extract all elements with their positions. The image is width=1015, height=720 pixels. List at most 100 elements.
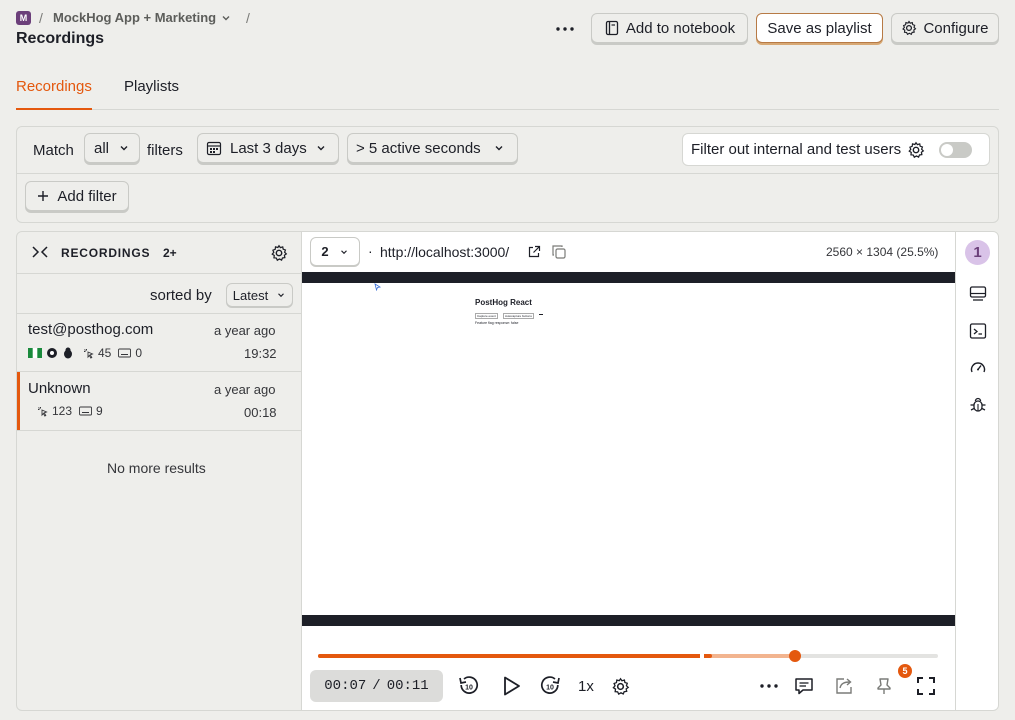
breadcrumb-org[interactable]: MockHog App + Marketing bbox=[53, 10, 232, 25]
divider bbox=[17, 273, 302, 274]
match-label: Match bbox=[33, 142, 74, 159]
time-current: 00:07 bbox=[324, 678, 367, 694]
recording-meta: 123 9 bbox=[37, 404, 103, 418]
keypress-count: 0 bbox=[135, 346, 143, 360]
tab-playlists[interactable]: Playlists bbox=[124, 78, 179, 95]
comment-icon[interactable] bbox=[794, 676, 814, 696]
preview-button: Autocapture buttons bbox=[503, 313, 534, 319]
list-settings-button[interactable] bbox=[270, 244, 288, 262]
tabs-bar: Recordings Playlists bbox=[16, 70, 999, 110]
seekbar-handle[interactable] bbox=[789, 650, 802, 662]
match-select[interactable]: all bbox=[84, 133, 140, 163]
divider bbox=[17, 173, 998, 174]
time-display: 00:07 / 00:11 bbox=[310, 670, 443, 702]
more-icon[interactable] bbox=[759, 683, 779, 689]
no-more-results: No more results bbox=[107, 460, 206, 476]
page-url[interactable]: http://localhost:3000/ bbox=[380, 244, 509, 260]
more-actions-button[interactable] bbox=[553, 17, 577, 41]
chevron-down-icon bbox=[118, 142, 130, 154]
gear-icon bbox=[901, 20, 917, 36]
internal-users-label: Filter out internal and test users bbox=[691, 141, 902, 158]
play-icon[interactable] bbox=[500, 675, 522, 697]
more-icon bbox=[556, 27, 574, 31]
time-separator: / bbox=[372, 678, 381, 694]
cursor-click-icon bbox=[37, 406, 48, 417]
add-filter-label: Add filter bbox=[57, 187, 117, 205]
recording-time-ago: a year ago bbox=[214, 382, 276, 397]
gear-icon bbox=[271, 244, 288, 262]
copy-icon[interactable] bbox=[551, 244, 567, 260]
breadcrumb-separator: / bbox=[39, 10, 43, 26]
cursor-icon bbox=[374, 283, 382, 291]
seekbar[interactable] bbox=[318, 650, 938, 662]
person-badge[interactable]: 1 bbox=[965, 240, 990, 265]
list-item[interactable]: test@posthog.com a year ago 45 0 19:32 bbox=[17, 314, 302, 371]
date-range-select[interactable]: Last 3 days bbox=[197, 133, 339, 163]
collapse-list-button[interactable] bbox=[31, 245, 49, 259]
date-range-value: Last 3 days bbox=[230, 139, 307, 157]
recording-duration: 19:32 bbox=[244, 346, 277, 361]
sorted-by-label: sorted by bbox=[150, 287, 212, 304]
sort-select[interactable]: Latest bbox=[226, 283, 293, 307]
preview-mark bbox=[539, 314, 543, 315]
list-count: 2+ bbox=[163, 246, 177, 260]
recording-duration: 00:18 bbox=[244, 405, 277, 420]
duration-filter-select[interactable]: > 5 active seconds bbox=[347, 133, 518, 163]
fullscreen-icon[interactable] bbox=[916, 676, 936, 696]
recordings-main-panel: RECORDINGS 2+ sorted by Latest test@post… bbox=[16, 231, 999, 711]
divider bbox=[17, 430, 302, 431]
chevron-down-icon bbox=[493, 142, 505, 154]
chrome-icon bbox=[46, 347, 58, 359]
internal-users-toggle[interactable] bbox=[939, 141, 973, 158]
external-link-icon[interactable] bbox=[527, 245, 541, 259]
separator-dot: · bbox=[368, 243, 373, 259]
keypress-count: 9 bbox=[96, 404, 103, 418]
notifications-count-badge: 5 bbox=[898, 664, 912, 678]
save-as-playlist-label: Save as playlist bbox=[767, 19, 872, 37]
recording-meta: 45 0 bbox=[28, 346, 142, 360]
svg-text:10: 10 bbox=[465, 685, 473, 692]
sort-value: Latest bbox=[232, 287, 269, 303]
list-item[interactable]: Unknown a year ago 123 9 00:18 bbox=[17, 372, 302, 430]
calendar-icon bbox=[206, 140, 222, 156]
terminal-icon[interactable] bbox=[969, 322, 987, 340]
save-as-playlist-button[interactable]: Save as playlist bbox=[756, 13, 883, 43]
share-icon[interactable] bbox=[834, 676, 854, 696]
pin-icon[interactable] bbox=[874, 676, 894, 696]
seekbar-segment-gap bbox=[700, 654, 704, 658]
plus-icon bbox=[37, 190, 49, 202]
chevron-down-icon bbox=[220, 12, 232, 24]
window-select[interactable]: 2 bbox=[310, 237, 360, 266]
add-filter-button[interactable]: Add filter bbox=[25, 181, 129, 211]
internal-users-filter: Filter out internal and test users bbox=[682, 133, 990, 166]
gear-icon[interactable] bbox=[611, 677, 630, 696]
org-avatar[interactable]: M bbox=[16, 11, 31, 25]
filter-panel: Match all filters Last 3 days > 5 active… bbox=[16, 126, 999, 223]
recording-title: Unknown bbox=[28, 380, 91, 397]
skip-forward-icon[interactable]: 10 bbox=[539, 675, 561, 697]
speedometer-icon[interactable] bbox=[969, 359, 987, 377]
preview-button: Capture event bbox=[475, 313, 498, 319]
collapse-arrows-icon bbox=[32, 246, 48, 258]
window-number: 2 bbox=[321, 244, 329, 259]
session-viewport[interactable]: PostHog React Capture event Autocapture … bbox=[302, 283, 955, 615]
cursor-click-icon bbox=[83, 348, 94, 359]
gear-icon[interactable] bbox=[907, 141, 925, 159]
add-to-notebook-button[interactable]: Add to notebook bbox=[591, 13, 748, 43]
resolution-label: 2560 × 1304 (25.5%) bbox=[826, 245, 939, 259]
skip-back-icon[interactable]: 10 bbox=[458, 675, 480, 697]
click-count: 45 bbox=[98, 346, 112, 360]
breadcrumb-separator: / bbox=[246, 10, 250, 26]
letterbox-top bbox=[302, 272, 955, 283]
console-icon[interactable] bbox=[969, 285, 987, 303]
playback-speed-button[interactable]: 1x bbox=[578, 678, 594, 695]
bug-icon[interactable] bbox=[969, 396, 987, 414]
toggle-knob bbox=[941, 143, 954, 156]
configure-button[interactable]: Configure bbox=[891, 13, 999, 43]
tab-recordings[interactable]: Recordings bbox=[16, 78, 92, 95]
svg-text:10: 10 bbox=[546, 685, 554, 692]
click-count: 123 bbox=[52, 404, 73, 418]
add-to-notebook-label: Add to notebook bbox=[625, 19, 736, 37]
notebook-icon bbox=[604, 20, 620, 36]
keyboard-icon bbox=[118, 348, 132, 358]
